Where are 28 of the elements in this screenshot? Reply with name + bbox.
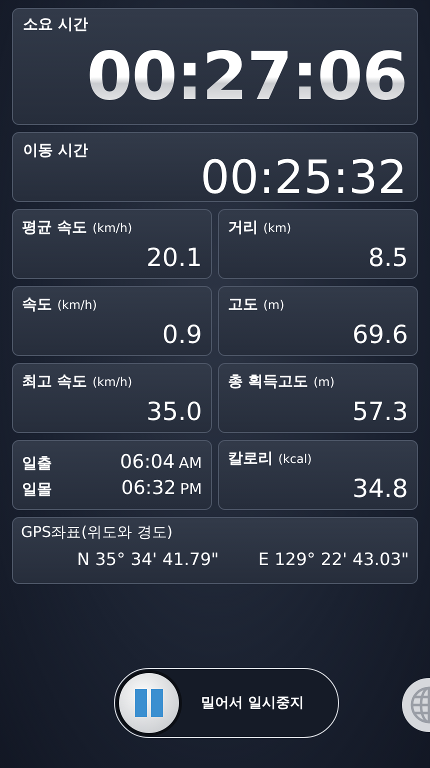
globe-icon[interactable] [401,677,430,733]
stat-value: 34.8 [352,474,408,503]
stat-label: 고도 (m) [228,295,286,314]
stat-value: 35.0 [146,397,202,426]
stat-label: 칼로리 (kcal) [228,449,313,468]
moving-time-label: 이동 시간 [23,141,90,160]
pause-icon [134,689,164,717]
stat-label: 총 획득고도 (m) [228,372,336,391]
sun-label: 일몰 [22,480,52,499]
longitude: E 129° 22' 43.03" [258,550,409,570]
gps-label: GPS좌표(위도와 경도) [21,523,174,542]
latitude: N 35° 34' 41.79" [77,550,219,570]
slider-thumb[interactable] [119,673,179,733]
sun-time: 06:32 PM [121,477,202,499]
stat-value: 69.6 [352,320,408,349]
stat-value: 20.1 [146,243,202,272]
stat-label: 속도 (km/h) [22,295,98,314]
sun-label: 일출 [22,454,52,473]
total-time-label: 소요 시간 [23,15,90,34]
pause-slider[interactable]: 밀어서 일시중지 [114,668,339,738]
moving-time-value: 00:25:32 [200,154,407,200]
stat-label: 거리 (km) [228,218,292,237]
stat-value: 8.5 [368,243,408,272]
stat-label: 최고 속도 (km/h) [22,372,134,391]
sun-time: 06:04 AM [120,451,202,473]
stat-value: 0.9 [162,320,202,349]
stat-label: 평균 속도 (km/h) [22,218,134,237]
stat-value: 57.3 [352,397,408,426]
